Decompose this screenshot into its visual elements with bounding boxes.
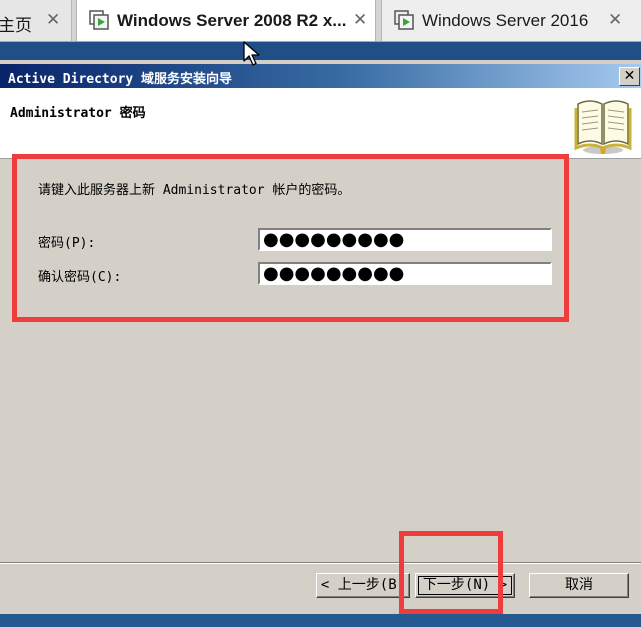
back-button[interactable]: < 上一步(B) (316, 573, 410, 598)
mouse-cursor-icon (243, 41, 260, 66)
wizard-content: 请键入此服务器上新 Administrator 帐户的密码。 密码(P): ●●… (0, 159, 641, 579)
vm-desktop-strip (0, 42, 641, 60)
close-icon[interactable]: ✕ (608, 10, 622, 30)
ad-install-wizard-dialog: Active Directory 域服务安装向导 ✕ Administrator… (0, 60, 641, 614)
footer-divider (0, 562, 641, 564)
close-icon[interactable]: ✕ (46, 10, 60, 30)
browser-tab-strip: 主页 ✕ Windows Server 2008 R2 x... ✕ Windo… (0, 0, 641, 42)
close-icon[interactable]: ✕ (353, 10, 367, 30)
cancel-button[interactable]: 取消 (529, 573, 629, 598)
vm-play-icon (394, 10, 414, 30)
tab-home[interactable]: 主页 ✕ (0, 0, 72, 41)
tab-windows-server-2016[interactable]: Windows Server 2016 ✕ (381, 0, 641, 41)
confirm-password-label: 确认密码(C): (38, 270, 122, 285)
close-icon[interactable]: ✕ (619, 67, 640, 86)
wizard-header: Administrator 密码 (0, 88, 641, 159)
confirm-password-field[interactable]: ●●●●●●●●● (258, 262, 552, 285)
instruction-text: 请键入此服务器上新 Administrator 帐户的密码。 (38, 183, 351, 198)
tab-home-label: 主页 (0, 16, 32, 35)
dialog-titlebar[interactable]: Active Directory 域服务安装向导 ✕ (0, 64, 641, 88)
password-field[interactable]: ●●●●●●●●● (258, 228, 552, 251)
book-icon (574, 100, 632, 154)
tab-2008-label: Windows Server 2008 R2 x... (117, 11, 347, 30)
next-button[interactable]: 下一步(N) > (415, 573, 515, 598)
tab-2016-label: Windows Server 2016 (422, 11, 589, 30)
dialog-title: Active Directory 域服务安装向导 (8, 72, 233, 87)
tab-windows-server-2008[interactable]: Windows Server 2008 R2 x... ✕ (76, 0, 376, 41)
page-title: Administrator 密码 (10, 106, 146, 121)
vm-taskbar-strip (0, 614, 641, 627)
password-label: 密码(P): (38, 236, 96, 251)
vm-play-icon (89, 10, 109, 30)
